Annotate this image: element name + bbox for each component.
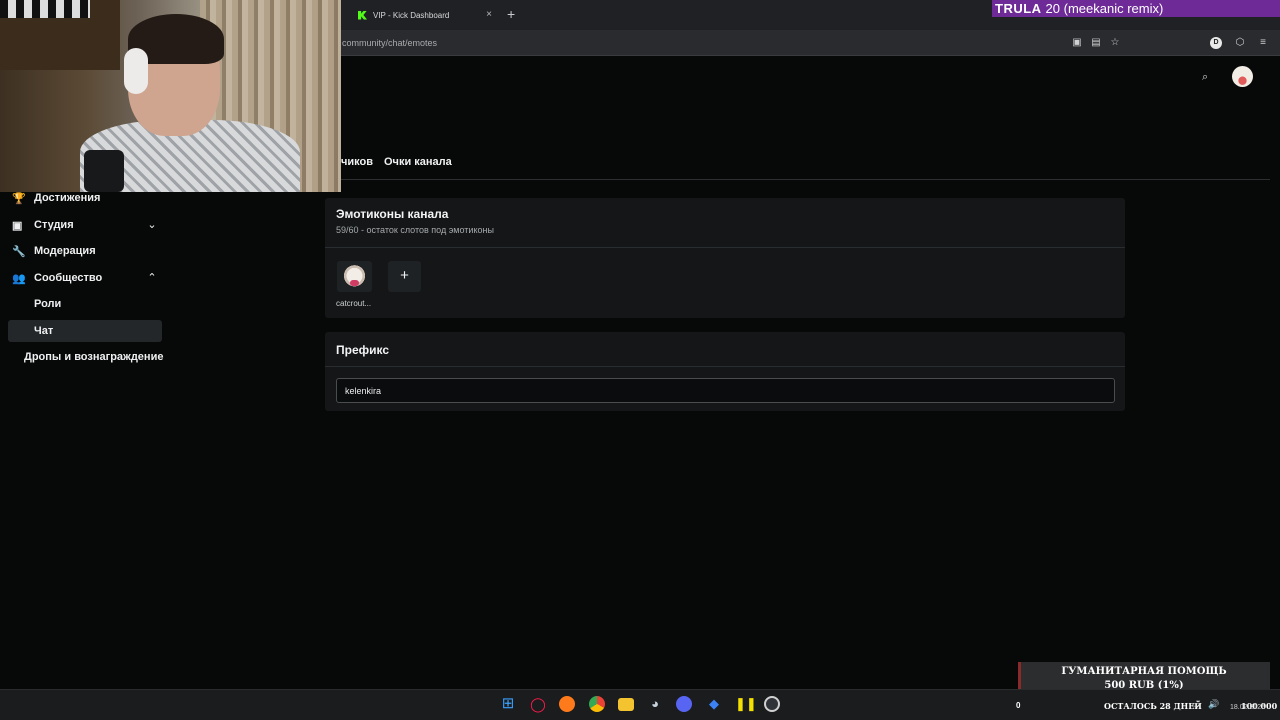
- sidebar-item-label: Достижения: [34, 192, 101, 204]
- firefox-icon[interactable]: [559, 696, 575, 712]
- sidebar-item-achievements[interactable]: 🏆 Достижения: [12, 187, 100, 209]
- donation-title: ГУМАНИТАРНАЯ ПОМОЩЬ: [1061, 666, 1227, 677]
- webcam-overlay: [0, 0, 341, 192]
- sidebar-item-label: Модерация: [34, 245, 96, 257]
- emote-tile[interactable]: [337, 261, 372, 292]
- sidebar-item-studio[interactable]: ▣ Студия: [12, 214, 74, 236]
- now-playing-overlay: TRULA 20 (meekanic remix): [992, 0, 1280, 17]
- tab-channel-points[interactable]: Очки канала: [384, 156, 452, 168]
- browser-menu-icon[interactable]: ≡: [1257, 37, 1269, 49]
- url-field[interactable]: community/chat/emotes: [342, 38, 437, 48]
- screenshot-icon[interactable]: ▤: [1090, 37, 1102, 49]
- tab-close-icon[interactable]: ×: [486, 9, 492, 20]
- emotes-divider: [325, 247, 1125, 248]
- extension-d-icon[interactable]: D: [1210, 37, 1222, 49]
- now-playing-track: 20 (meekanic remix): [1045, 1, 1164, 16]
- chevron-down-icon[interactable]: ⌄: [146, 218, 158, 231]
- donation-days-left: ОСТАЛОСЬ 28 ДНЕЙ: [1104, 701, 1202, 711]
- sidebar-item-community[interactable]: 👥 Сообщество: [12, 267, 102, 289]
- browser-tab[interactable]: VIP - Kick Dashboard ×: [344, 4, 500, 26]
- now-playing-artist: TRULA: [995, 1, 1042, 16]
- tabs-divider: [341, 179, 1270, 180]
- sidebar-item-label: Студия: [34, 219, 74, 231]
- extensions-puzzle-icon[interactable]: ⬡: [1234, 37, 1246, 49]
- steam-icon[interactable]: ◕: [647, 696, 663, 712]
- discord-icon[interactable]: [676, 696, 692, 712]
- chrome-icon[interactable]: [589, 696, 605, 712]
- studio-icon: ▣: [12, 219, 23, 232]
- emotes-slots-subtitle: 59/60 - остаток слотов под эмотиконы: [336, 225, 494, 235]
- trophy-icon: 🏆: [12, 192, 26, 205]
- community-icon: 👥: [12, 272, 26, 285]
- windows-start-icon[interactable]: ⊞: [500, 696, 516, 712]
- prefix-input[interactable]: [336, 378, 1115, 403]
- donation-start-value: 0: [1016, 701, 1021, 710]
- dashboard-tabs: чиков Очки канала: [341, 156, 452, 168]
- new-tab-button[interactable]: +: [507, 6, 515, 22]
- add-emote-button[interactable]: +: [388, 261, 421, 292]
- sidebar-subitem-chat[interactable]: Чат: [34, 325, 53, 337]
- sidebar-subitem-roles[interactable]: Роли: [34, 298, 61, 310]
- sidebar-item-moderation[interactable]: 🔧 Модерация: [12, 240, 96, 262]
- app-diamond-icon[interactable]: ◆: [706, 696, 722, 712]
- search-icon[interactable]: ⌕: [1202, 71, 1208, 84]
- kick-favicon-icon: [358, 10, 367, 20]
- emote-image: [343, 265, 366, 289]
- sidebar-item-label: Сообщество: [34, 272, 103, 284]
- file-explorer-icon[interactable]: [618, 698, 634, 711]
- volume-icon[interactable]: 🔊: [1208, 699, 1219, 710]
- tab-title: VIP - Kick Dashboard: [373, 10, 450, 20]
- install-app-icon[interactable]: ▣: [1071, 37, 1083, 49]
- obs-icon[interactable]: [764, 696, 780, 712]
- emote-name: catcrout...: [336, 299, 372, 308]
- sidebar-item-drops[interactable]: Дропы и вознаграждение: [24, 351, 163, 363]
- emotes-title: Эмотиконы канала: [336, 207, 449, 221]
- tray-display-icon[interactable]: ▭: [1192, 699, 1201, 710]
- tab-subscribers[interactable]: чиков: [341, 156, 373, 168]
- chevron-up-icon[interactable]: ⌃: [146, 271, 158, 284]
- prefix-divider: [325, 366, 1125, 367]
- avatar[interactable]: [1232, 66, 1253, 87]
- wrench-icon: 🔧: [12, 245, 26, 258]
- taskbar-date: 18.02.2025: [1230, 704, 1266, 711]
- app-yellow-icon[interactable]: ❚❚: [735, 696, 757, 712]
- bookmark-star-icon[interactable]: ☆: [1109, 37, 1121, 49]
- prefix-title: Префикс: [336, 343, 390, 357]
- opera-icon[interactable]: ◯: [530, 696, 546, 712]
- windows-taskbar: [0, 689, 1280, 720]
- sidebar-active-highlight: [8, 320, 162, 342]
